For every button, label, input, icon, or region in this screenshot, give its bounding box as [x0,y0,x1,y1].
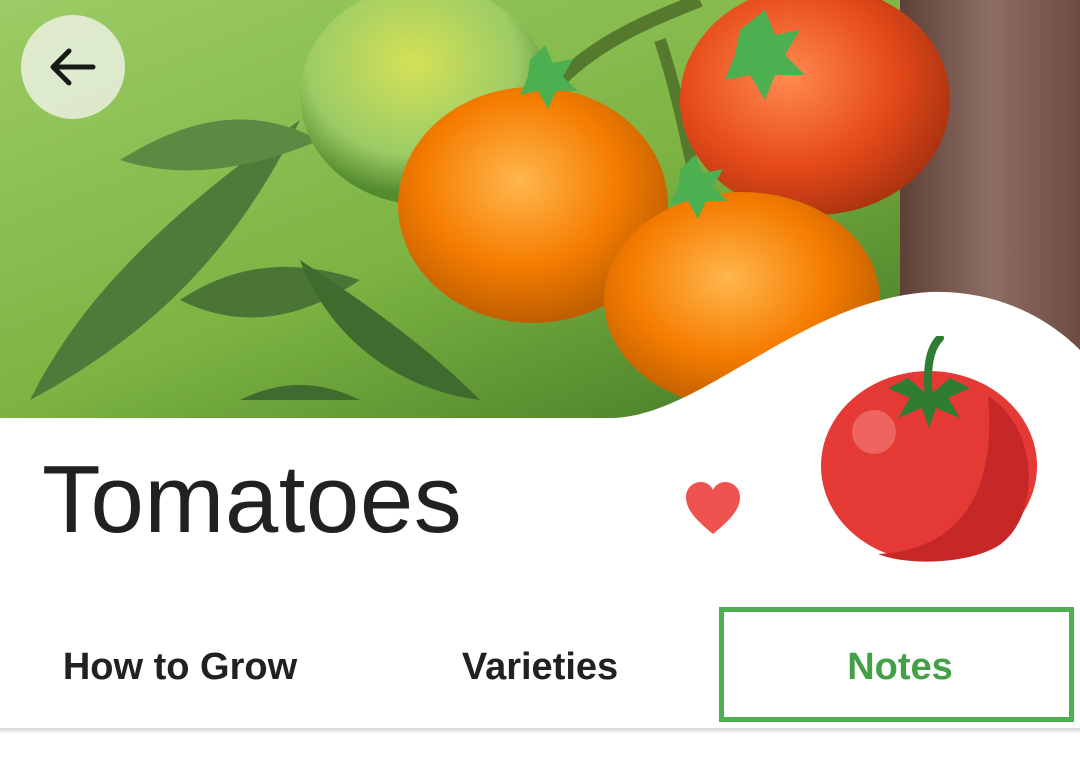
tab-notes[interactable]: Notes [720,604,1080,730]
arrow-left-icon [50,48,96,86]
tab-bar-shadow [0,728,1080,734]
tab-how-to-grow[interactable]: How to Grow [0,604,360,730]
tab-bar: How to Grow Varieties Notes [0,604,1080,730]
back-button[interactable] [21,15,125,119]
tomato-icon [821,336,1037,562]
tab-varieties[interactable]: Varieties [360,604,720,730]
page-title: Tomatoes [42,446,463,553]
heart-icon[interactable] [684,480,742,536]
